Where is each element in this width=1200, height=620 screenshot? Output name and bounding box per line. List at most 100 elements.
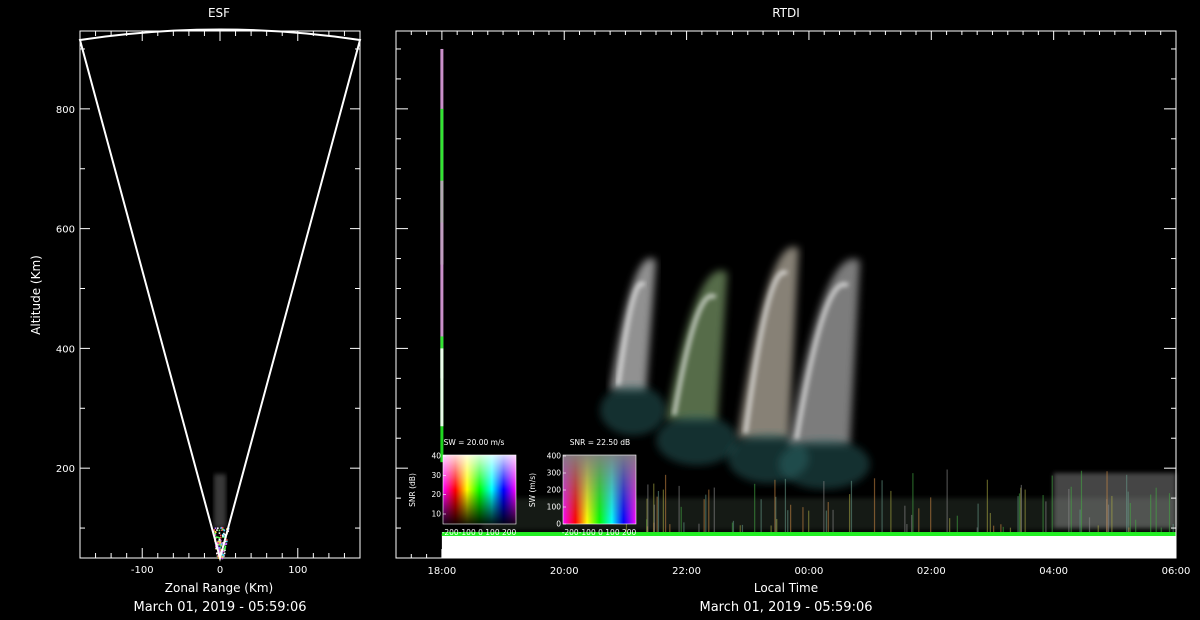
rtdi-plume-base: [600, 385, 666, 436]
rtdi-xtick-label: 02:00: [917, 566, 946, 577]
radar-figure: ESF 200 400 600 800 -100 0 100 Altitude (Km) Z…: [29, 6, 1190, 615]
rtdi-streak: [1079, 509, 1081, 532]
inset-ytick-label: 100: [547, 503, 562, 512]
rtdi-streak: [1068, 488, 1070, 532]
rtdi-streak: [1160, 527, 1162, 532]
inset-sw-colorbar: SW = 20.00 m/s 10 20 30 40 SNR (dB) -200-10…: [408, 438, 517, 537]
rtdi-streak: [1002, 526, 1004, 532]
inset-ytick-label: 30: [431, 471, 441, 480]
rtdi-streak: [825, 510, 827, 532]
rtdi-streak: [741, 524, 744, 532]
esf-echo-pixel: [223, 529, 226, 532]
esf-echo-pixel: [218, 538, 221, 541]
esf-echo-pixel: [219, 536, 222, 539]
rtdi-early-strip: [440, 348, 444, 427]
inset-ytick-label: 40: [431, 452, 441, 461]
rtdi-streak: [662, 489, 664, 532]
esf-echo-pixel: [220, 543, 223, 546]
rtdi-streak: [784, 478, 787, 532]
esf-echo-pixel: [213, 529, 216, 531]
rtdi-streak: [732, 520, 735, 532]
rtdi-streak: [1088, 517, 1091, 532]
rtdi-streak: [848, 494, 851, 532]
rtdi-streak: [1127, 491, 1129, 532]
esf-xlabel: Zonal Range (Km): [165, 581, 273, 595]
rtdi-streak: [1111, 495, 1113, 532]
rtdi-streak: [1150, 494, 1152, 532]
esf-echo-pixel: [223, 552, 226, 555]
esf-echo-pixel: [225, 543, 228, 545]
esf-title: ESF: [208, 6, 230, 20]
rtdi-streak: [808, 510, 810, 532]
rtdi-streak: [911, 514, 913, 532]
rtdi-streak: [850, 480, 853, 532]
rtdi-dawn-layer: [1053, 473, 1176, 528]
rtdi-streak: [1155, 487, 1157, 532]
esf-echo-pixel: [224, 545, 227, 548]
rtdi-streak: [669, 524, 671, 532]
esf-echo-pixel: [216, 529, 218, 531]
inset-ytick-label: 400: [547, 452, 562, 461]
rtdi-streak: [823, 481, 825, 532]
esf-echo-pixel: [219, 541, 221, 544]
inset-sw-shade: [443, 455, 516, 524]
rtdi-streak: [993, 525, 995, 532]
esf-ytick-label: 200: [56, 464, 75, 475]
rtdi-streak: [647, 484, 649, 532]
inset-sw-xticks: -200-100 0 100 200: [442, 528, 517, 537]
rtdi-low-band-edge: [441, 532, 1177, 536]
rtdi-streak: [1128, 527, 1130, 532]
inset-sw-ylabel: SNR (dB): [408, 473, 417, 507]
rtdi-streak: [918, 508, 920, 532]
esf-date-label: March 01, 2019 - 05:59:06: [134, 600, 307, 615]
esf-echo-pixel: [221, 535, 224, 537]
rtdi-streak: [705, 494, 707, 532]
esf-echo-pixel: [221, 527, 224, 529]
rtdi-streak: [904, 505, 906, 532]
rtdi-streak: [890, 490, 892, 532]
rtdi-streak: [977, 503, 979, 532]
rtdi-xtick-label: 22:00: [672, 566, 701, 577]
esf-echo-pixel: [218, 543, 221, 546]
rtdi-streak: [1126, 474, 1128, 532]
rtdi-streak: [912, 473, 914, 532]
rtdi-xtick-label: 20:00: [550, 566, 579, 577]
esf-echo-pixel: [218, 532, 221, 534]
esf-echo-pixel: [219, 534, 222, 537]
rtdi-streak: [1045, 501, 1047, 532]
esf-echo-pixel: [216, 552, 218, 555]
inset-ytick-label: 200: [547, 486, 562, 495]
esf-echo-pixel: [218, 529, 221, 532]
esf-echo-pixel: [217, 542, 219, 545]
esf-echo-pixel: [214, 531, 217, 534]
rtdi-streak: [906, 524, 908, 532]
esf-echo-pixel: [215, 536, 218, 538]
esf-xtick-label: 0: [217, 565, 223, 576]
rtdi-streak: [657, 490, 660, 532]
esf-ytick-label: 600: [56, 225, 75, 236]
rtdi-streak: [664, 474, 667, 532]
esf-echo-pixel: [223, 532, 225, 535]
rtdi-streak: [1018, 493, 1021, 532]
esf-ylabel: Altitude (Km): [29, 255, 43, 335]
esf-echo-pixel: [217, 527, 219, 530]
rtdi-echo-image: [440, 48, 1177, 558]
esf-panel: ESF 200 400 600 800 -100 0 100 Altitude (Km) Z…: [29, 6, 362, 615]
esf-ytick-label: 800: [56, 105, 75, 116]
inset-ytick-label: 10: [431, 510, 441, 519]
esf-echo-pixel: [216, 536, 219, 539]
rtdi-streak: [1168, 493, 1171, 532]
rtdi-streak: [678, 485, 680, 532]
rtdi-streak: [656, 496, 658, 532]
inset-snr-ylabel: SW (m/s): [528, 473, 537, 507]
rtdi-streak: [787, 510, 789, 532]
esf-ticks: 200 400 600 800 -100 0 100: [56, 31, 360, 576]
rtdi-streak: [790, 504, 792, 532]
rtdi-streak: [770, 525, 772, 532]
inset-ytick-label: 20: [431, 490, 441, 499]
esf-xtick-label: -100: [131, 565, 154, 576]
rtdi-streak: [1051, 475, 1053, 532]
esf-echo-pixel: [221, 556, 224, 558]
esf-echo-pixel: [220, 527, 222, 529]
rtdi-plume: [610, 258, 656, 391]
